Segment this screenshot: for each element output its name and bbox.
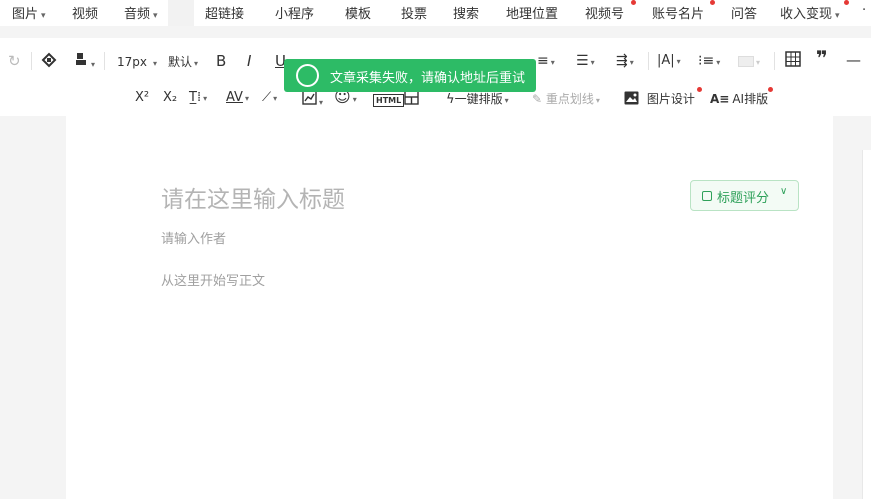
italic-button[interactable]: I — [247, 52, 251, 70]
template-icon[interactable] — [404, 90, 419, 111]
magic-wand-icon[interactable]: ⟋ ▾ — [262, 89, 277, 108]
one-click-layout-button[interactable]: ϟ一键排版 ▾ — [446, 90, 509, 110]
title-score-label: 标题评分 — [717, 191, 770, 206]
toolbar-divider — [648, 52, 649, 70]
superscript-button[interactable]: X² — [135, 89, 149, 107]
toast-status-icon — [296, 64, 319, 87]
author-input[interactable]: 请输入作者 — [161, 228, 226, 247]
title-score-button[interactable]: 标题评分 ∨ — [690, 180, 799, 211]
new-badge-dot — [697, 87, 702, 92]
new-badge-dot — [768, 87, 773, 92]
side-panel-edge — [862, 150, 871, 499]
toast-message: 文章采集失败，请确认地址后重试 — [330, 71, 526, 86]
clear-format-icon[interactable]: ▾ — [75, 51, 95, 74]
new-badge-dot — [844, 0, 849, 5]
menu-more[interactable]: · — [862, 3, 866, 18]
menu-image[interactable]: 图片 ▾ — [12, 3, 46, 22]
html-button[interactable]: HTML — [373, 92, 405, 110]
ai-text-icon: A≡ — [710, 92, 730, 106]
menu-mini-program[interactable]: 小程序 — [275, 3, 314, 22]
menu-hyperlink[interactable]: 超链接 — [205, 3, 244, 22]
title-input[interactable]: 请在这里输入标题 — [161, 180, 345, 214]
editor-paper — [66, 116, 833, 499]
redo-icon[interactable]: ↻ — [8, 52, 21, 70]
subscript-button[interactable]: X₂ — [163, 89, 177, 107]
align-icon[interactable]: ≡ ▾ — [537, 52, 555, 72]
toolbar-divider — [774, 52, 775, 70]
text-border-icon[interactable]: T̲⁞ ▾ — [189, 89, 207, 108]
toolbar-divider — [104, 52, 105, 70]
highlighter-icon: ✎ — [532, 92, 546, 106]
menu-location[interactable]: 地理位置 — [506, 3, 558, 22]
quote-icon[interactable]: ❞ — [816, 48, 828, 68]
font-size-select[interactable]: 17px ▾ — [117, 53, 157, 73]
letter-spacing-icon[interactable]: |A| ▾ — [657, 52, 681, 71]
ai-layout-button[interactable]: A≡ AI排版 — [710, 90, 768, 108]
new-badge-dot — [631, 0, 636, 5]
bold-button[interactable]: B — [216, 52, 226, 70]
score-icon — [702, 191, 712, 201]
table-icon[interactable] — [785, 51, 801, 73]
menu-audio[interactable]: 音频 ▾ — [124, 3, 158, 22]
menu-monetize[interactable]: 收入变现 ▾ — [780, 3, 840, 22]
menu-search[interactable]: 搜索 — [453, 3, 479, 22]
background-color-icon[interactable]: ▾ — [738, 53, 760, 72]
line-height-icon[interactable]: ☰ ▾ — [576, 52, 595, 72]
format-painter-icon[interactable] — [40, 51, 58, 75]
menu-qa[interactable]: 问答 — [731, 3, 757, 22]
chart-icon[interactable]: ▾ — [302, 90, 323, 112]
insert-menu-bar: 图片 ▾ 视频 音频 ▾ 超链接 小程序 模板 投票 搜索 地理位置 视频号 账号名… — [0, 0, 871, 26]
font-family-select[interactable]: 默认 ▾ — [168, 53, 198, 73]
font-color-icon[interactable]: AV ▾ — [226, 89, 249, 108]
lightning-icon: ϟ — [446, 92, 455, 107]
menu-video-channel[interactable]: 视频号 — [585, 3, 624, 22]
toolbar-divider — [31, 52, 32, 70]
image-design-button[interactable]: 图片设计 — [624, 90, 695, 108]
highlight-line-button[interactable]: ✎ 重点划线 ▾ — [532, 90, 600, 110]
menu-account-card[interactable]: 账号名片 — [652, 3, 704, 22]
horizontal-rule-icon[interactable]: — — [846, 51, 861, 69]
body-editor[interactable]: 从这里开始写正文 — [161, 270, 265, 289]
menu-video[interactable]: 视频 — [72, 3, 98, 22]
indent-icon[interactable]: ⇶ ▾ — [616, 52, 634, 72]
menu-template[interactable]: 模板 — [345, 3, 371, 22]
error-toast: 文章采集失败，请确认地址后重试 — [284, 59, 536, 92]
menu-vote[interactable]: 投票 — [401, 3, 427, 22]
bullet-list-icon[interactable]: ⁝≡ ▾ — [698, 52, 720, 72]
new-badge-dot — [710, 0, 715, 5]
image-icon — [624, 91, 639, 105]
chevron-down-icon: ∨ — [780, 186, 788, 197]
